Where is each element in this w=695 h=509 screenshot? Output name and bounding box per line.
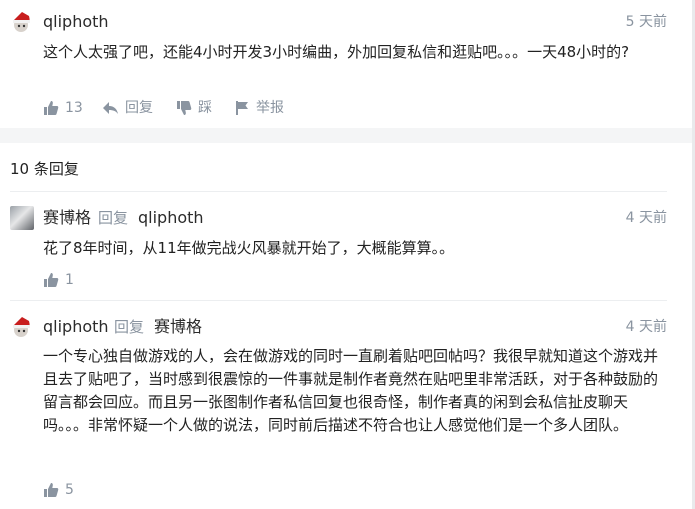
section-separator bbox=[0, 128, 695, 143]
user-avatar[interactable] bbox=[10, 315, 34, 339]
like-button[interactable]: 5 bbox=[43, 481, 74, 499]
reply-target-user[interactable]: 赛博格 bbox=[154, 317, 202, 337]
reply-author[interactable]: qliphoth bbox=[43, 317, 109, 337]
like-button[interactable]: 13 bbox=[43, 99, 83, 117]
like-button[interactable]: 1 bbox=[43, 271, 74, 289]
like-count: 1 bbox=[65, 272, 74, 288]
dislike-label: 踩 bbox=[198, 100, 212, 116]
reply-to-label: 回复 bbox=[98, 209, 129, 227]
replies-section: 10 条回复 赛博格 回复 qliphoth 4 天前 花了8年时间，从11年做… bbox=[0, 143, 695, 509]
reply-text: 花了8年时间，从11年做完战火风暴就开始了，大概能算算。。 bbox=[43, 239, 455, 257]
thumbs-up-icon bbox=[43, 272, 59, 288]
reply-to-label: 回复 bbox=[114, 318, 145, 336]
like-count: 13 bbox=[65, 100, 83, 116]
reply-target-user[interactable]: qliphoth bbox=[138, 208, 204, 228]
reply-count: 10 条回复 bbox=[10, 160, 79, 178]
flag-icon bbox=[234, 100, 250, 116]
report-label: 举报 bbox=[256, 100, 284, 116]
dislike-button[interactable]: 踩 bbox=[176, 99, 212, 117]
thumbs-up-icon bbox=[43, 100, 59, 116]
like-count: 5 bbox=[65, 482, 74, 498]
thumbs-up-icon bbox=[43, 482, 59, 498]
comment-text: 这个人太强了吧，还能4小时开发3小时编曲，外加回复私信和逛贴吧。。。一天48小时… bbox=[43, 43, 630, 61]
reply-time: 4 天前 bbox=[625, 210, 667, 226]
user-avatar[interactable] bbox=[10, 10, 34, 34]
reply-time: 4 天前 bbox=[625, 319, 667, 335]
report-button[interactable]: 举报 bbox=[234, 99, 284, 117]
thumbs-down-icon bbox=[176, 100, 192, 116]
reply-label: 回复 bbox=[125, 100, 153, 116]
reply-arrow-icon bbox=[102, 100, 119, 116]
user-avatar[interactable] bbox=[10, 206, 34, 230]
comment-time: 5 天前 bbox=[625, 14, 667, 30]
divider bbox=[10, 191, 667, 192]
reply-text: 一个专心独自做游戏的人，会在做游戏的同时一直刷着贴吧回帖吗？我很早就知道这个游戏… bbox=[43, 347, 659, 434]
reply-author[interactable]: 赛博格 bbox=[43, 208, 91, 228]
reply-button[interactable]: 回复 bbox=[102, 99, 153, 117]
divider bbox=[10, 300, 667, 301]
main-comment: qliphoth 5 天前 这个人太强了吧，还能4小时开发3小时编曲，外加回复私… bbox=[0, 0, 695, 128]
comment-author[interactable]: qliphoth bbox=[43, 12, 109, 32]
